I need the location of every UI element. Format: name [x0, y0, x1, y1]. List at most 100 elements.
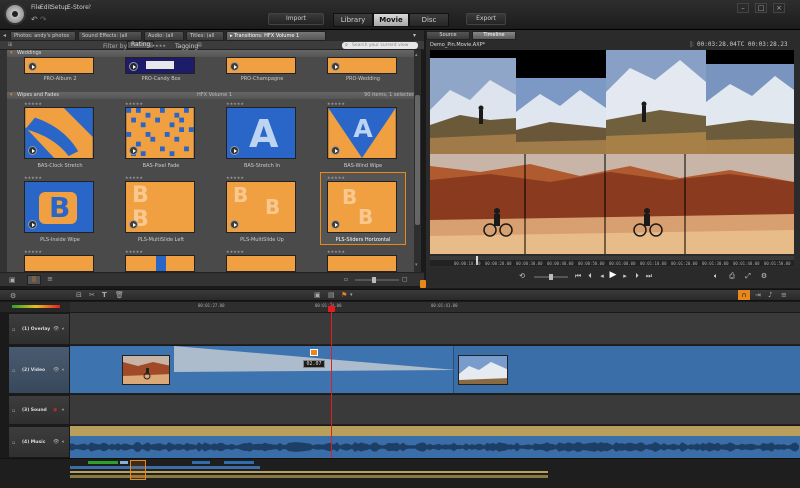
list-view-icon[interactable]: ≡: [43, 275, 57, 285]
play-icon[interactable]: [331, 146, 340, 155]
rating-stars[interactable]: ★★★★★: [148, 43, 166, 48]
tab-movie[interactable]: Movie: [373, 13, 409, 27]
track-overlay[interactable]: [70, 313, 800, 345]
snapshot-icon[interactable]: ⎙: [728, 272, 736, 281]
track-music[interactable]: [70, 426, 800, 458]
track-lock-icon[interactable]: ▫: [12, 368, 15, 374]
item-rating[interactable]: ★★★★★: [327, 175, 345, 180]
track-header-overlay[interactable]: ▫ (1) Overlay 👁︎ 🔈︎: [8, 313, 70, 345]
clipboard-icon[interactable]: ▤: [328, 291, 335, 299]
audio-mixer-icon[interactable]: ♪: [768, 291, 772, 299]
item-rating[interactable]: ★★★★★: [226, 101, 244, 106]
menu-edit[interactable]: Edit: [40, 4, 52, 11]
razor-icon[interactable]: ✂: [89, 291, 95, 299]
library-tab-sound-effects[interactable]: Sound Effects: (all: [78, 31, 142, 41]
timeline-settings-icon[interactable]: ⚙: [10, 292, 16, 300]
group-header-wipes[interactable]: ▾ Wipes and Fades HFX Volume 1 90 items,…: [7, 92, 421, 99]
play-icon[interactable]: [129, 62, 138, 71]
track-audio-icon[interactable]: 🔈︎: [62, 407, 65, 413]
item-rating[interactable]: ★★★★★: [125, 101, 143, 106]
volume-icon[interactable]: 🔈︎: [712, 272, 720, 281]
item-rating[interactable]: ★★★★★: [125, 175, 143, 180]
library-tab-photos[interactable]: Photos: andy's photos: [10, 31, 76, 41]
go-to-end-icon[interactable]: ⏭: [645, 272, 653, 281]
thumbnail[interactable]: [327, 57, 397, 74]
play-icon[interactable]: [28, 220, 37, 229]
step-forward-icon[interactable]: ⏵: [633, 272, 641, 281]
collapse-arrow-icon[interactable]: ▾: [10, 50, 13, 57]
thumbnail[interactable]: [125, 57, 195, 74]
item-rating[interactable]: ★★★★★: [226, 175, 244, 180]
storyboard-icon[interactable]: ⊟: [76, 291, 82, 299]
thumbnail-inside-wipe[interactable]: B: [24, 181, 94, 233]
step-back-icon[interactable]: ⏴: [586, 272, 594, 281]
thumbnail-multislide-left[interactable]: B B: [125, 181, 195, 233]
item-rating[interactable]: ★★★★★: [24, 101, 42, 106]
export-button[interactable]: Export: [466, 13, 506, 25]
library-scrollbar[interactable]: ▴ ▾: [414, 50, 421, 272]
zoom-small-icon[interactable]: ▫: [344, 276, 348, 283]
marker-dropdown-icon[interactable]: ▾: [350, 292, 353, 298]
item-rating[interactable]: ★★★★★: [24, 175, 42, 180]
scroll-thumb[interactable]: [415, 95, 420, 225]
camera-icon[interactable]: ▣: [314, 291, 321, 299]
library-tab-audio[interactable]: Audio: (all: [144, 31, 184, 41]
frame-back-icon[interactable]: ◂: [598, 272, 606, 280]
track-visible-icon[interactable]: 👁︎: [53, 367, 59, 373]
thumbnail[interactable]: [327, 255, 397, 272]
menu-estore[interactable]: E-Store: [67, 4, 89, 11]
go-to-start-icon[interactable]: ⏮: [574, 272, 582, 281]
nav-viewport[interactable]: [130, 460, 146, 480]
player-options-icon[interactable]: ⚙: [760, 272, 768, 280]
collapse-arrow-icon[interactable]: ▾: [10, 92, 13, 99]
marker-icon[interactable]: ⚑: [341, 291, 347, 299]
player-scrubber[interactable]: 00:00:10.00 00:00:20.00 00:00:30.00 00:0…: [430, 256, 794, 266]
player-tab-timeline[interactable]: Timeline: [472, 31, 516, 40]
redo-icon[interactable]: ↷: [40, 16, 48, 24]
track-video[interactable]: 02.07: [70, 346, 800, 394]
magnet-icon[interactable]: ∩: [738, 290, 750, 300]
timeline-navigator[interactable]: [0, 458, 800, 488]
track-audio-icon[interactable]: 🔈︎: [62, 439, 65, 445]
transition-icon[interactable]: [310, 349, 318, 356]
timeline-ruler[interactable]: 00:01:27.00 00:01:34.00 00:01:41.00: [70, 302, 800, 312]
ripple-icon[interactable]: ⇥: [755, 291, 761, 299]
item-rating[interactable]: ★★★★★: [327, 101, 345, 106]
scroll-down-icon[interactable]: ▾: [415, 262, 420, 268]
player-tab-source[interactable]: Source: [426, 31, 470, 40]
thumbnail[interactable]: [24, 255, 94, 272]
track-visible-icon[interactable]: 👁︎: [53, 439, 59, 445]
undo-icon[interactable]: ↶: [31, 16, 39, 24]
track-lock-icon[interactable]: ▫: [12, 440, 15, 446]
video-preview[interactable]: [430, 50, 794, 254]
play-icon[interactable]: [230, 62, 239, 71]
track-header-sound[interactable]: ▫ (3) Sound ◉ 🔈︎: [8, 395, 70, 425]
loop-icon[interactable]: ⟲: [518, 272, 526, 280]
menu-setup[interactable]: Setup: [51, 4, 68, 11]
play-icon[interactable]: [129, 220, 138, 229]
thumbnail-sliders-horizontal[interactable]: B B: [327, 181, 397, 233]
thumbnail-clock-stretch[interactable]: [24, 107, 94, 159]
trash-icon[interactable]: 🗑︎: [115, 291, 124, 299]
group-header-weddings[interactable]: ▾ Weddings: [7, 50, 421, 57]
close-icon[interactable]: ×: [773, 3, 785, 13]
minimize-icon[interactable]: –: [737, 3, 749, 13]
thumbnail-stretch-in[interactable]: A: [226, 107, 296, 159]
play-icon[interactable]: [331, 220, 340, 229]
library-nav-icon[interactable]: ◂: [3, 32, 6, 39]
thumbnail[interactable]: [125, 255, 195, 272]
thumbnail[interactable]: [226, 57, 296, 74]
help-icon[interactable]: ?: [88, 4, 91, 11]
tab-library[interactable]: Library: [333, 13, 373, 27]
item-rating[interactable]: ★★★★★: [226, 249, 244, 254]
track-lock-icon[interactable]: ▫: [12, 408, 15, 414]
zoom-slider-handle[interactable]: [372, 277, 376, 283]
grid-view-icon[interactable]: ⠿: [27, 275, 41, 285]
playhead-handle[interactable]: [328, 306, 335, 312]
track-header-music[interactable]: ▫ (4) Music 👁︎ 🔈︎: [8, 426, 70, 458]
play-icon[interactable]: [230, 220, 239, 229]
maximize-icon[interactable]: □: [755, 3, 767, 13]
play-icon[interactable]: [129, 146, 138, 155]
music-clip[interactable]: [70, 436, 800, 458]
play-icon[interactable]: [28, 146, 37, 155]
